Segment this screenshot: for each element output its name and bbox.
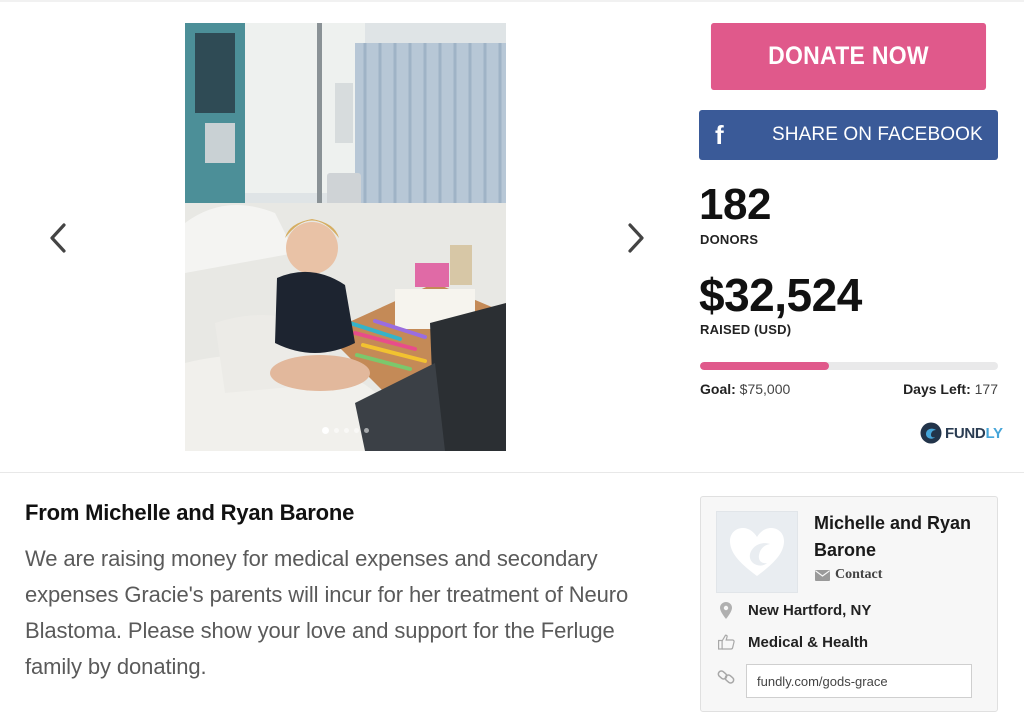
envelope-icon (815, 569, 830, 581)
thumbs-up-icon (717, 633, 735, 651)
donors-count: 182 (699, 180, 771, 229)
raised-label: RAISED (USD) (700, 322, 792, 337)
location-row: New Hartford, NY (717, 601, 871, 619)
story-title: From Michelle and Ryan Barone (25, 500, 355, 525)
share-facebook-button[interactable]: f SHARE ON FACEBOOK (699, 110, 998, 160)
fundly-logo-text: FUNDLY (945, 424, 1003, 442)
goal-progress-fill (700, 362, 830, 370)
heart-icon (730, 528, 784, 576)
link-icon (717, 668, 735, 686)
facebook-icon: f (715, 120, 724, 150)
carousel-dot[interactable] (334, 428, 339, 433)
story-body: We are raising money for medical expense… (25, 546, 629, 679)
carousel-next-button[interactable] (620, 218, 650, 258)
category-row: Medical & Health (717, 633, 868, 651)
section-divider (0, 472, 1024, 473)
chevron-left-icon (50, 223, 66, 253)
link-row (717, 668, 748, 686)
avatar (716, 511, 798, 593)
goal-label: Goal: (700, 381, 736, 397)
carousel-dot[interactable] (364, 428, 369, 433)
map-pin-icon (717, 601, 735, 619)
campaign-url-field[interactable] (746, 664, 972, 698)
photo-carousel (0, 0, 680, 470)
contact-label: Contact (835, 567, 883, 582)
contact-link[interactable]: Contact (815, 567, 882, 583)
hospital-room-photo (185, 23, 506, 451)
donors-label: DONORS (700, 232, 759, 247)
carousel-prev-button[interactable] (44, 218, 74, 258)
days-left-value: 177 (974, 381, 998, 397)
days-left-label: Days Left: (903, 381, 971, 397)
days-left-info: Days Left: 177 (903, 381, 998, 397)
raised-amount: $32,524 (699, 269, 862, 321)
carousel-dots (185, 427, 506, 434)
organizer-card: Michelle and Ryan Barone Contact New Har… (700, 496, 998, 712)
campaign-photo (185, 23, 506, 451)
carousel-dot[interactable] (354, 428, 359, 433)
donate-now-button[interactable]: DONATE NOW (710, 23, 987, 90)
goal-info: Goal: $75,000 (700, 381, 790, 397)
fundly-logo[interactable]: FUNDLY (920, 421, 1003, 445)
category-text: Medical & Health (748, 633, 869, 651)
chevron-right-icon (628, 223, 644, 253)
location-text: New Hartford, NY (748, 601, 872, 619)
goal-progress-bar (700, 362, 998, 370)
share-facebook-label: SHARE ON FACEBOOK (772, 124, 983, 145)
carousel-dot[interactable] (344, 428, 349, 433)
carousel-dot[interactable] (322, 427, 329, 434)
organizer-name: Michelle and Ryan Barone (814, 513, 972, 560)
fundly-logo-icon (920, 422, 942, 444)
goal-value: $75,000 (739, 381, 791, 397)
